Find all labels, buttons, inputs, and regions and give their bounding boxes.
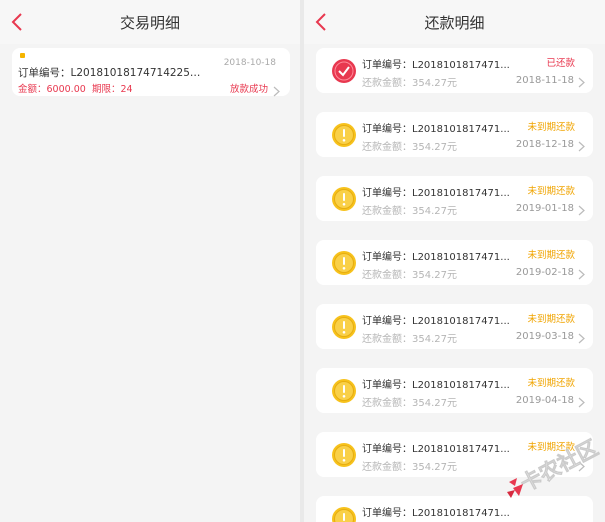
order-number: 订单编号：L2018101817471... [362,508,510,519]
exclamation-coin-icon [331,378,357,404]
exclamation-coin-icon [331,250,357,276]
page-title: 交易明细 [119,14,180,32]
repayment-amount: 还款金额：354.27元 [362,206,457,217]
repayment-status: 未到期还款 [527,186,575,197]
due-date: 2019-02-18 [515,267,574,278]
chevron-right-icon [578,201,585,216]
exclamation-coin-icon [331,506,357,522]
repayment-status: 未到期还款 [527,378,575,389]
repayment-item[interactable]: 订单编号：L2018101817471... 还款金额：354.27元 已还款 201… [316,48,593,93]
repayment-amount: 还款金额：354.27元 [362,270,457,281]
status-dot-icon [20,53,25,58]
exclamation-coin-icon [331,122,357,148]
check-circle-icon [331,58,357,84]
order-number: 订单编号：L2018101817471... [362,124,510,135]
order-number: 订单编号：L2018101817471... [362,380,510,391]
chevron-right-icon [273,82,280,97]
transaction-amount: 金额：6000.00 [18,84,86,95]
due-date: 2018-11-18 [515,75,574,86]
order-number: 订单编号：L2018101817471... [362,316,510,327]
order-number: 订单编号：L201810181747142256130832 [18,67,206,79]
svg-text:卡农社区: 卡农社区 [517,436,602,497]
chevron-right-icon [578,73,585,88]
navbar: 还款明细 [304,0,605,44]
chevron-right-icon [578,393,585,408]
chevron-right-icon [578,265,585,280]
chevron-right-icon [578,137,585,152]
repayment-item[interactable]: 订单编号：L2018101817471... 还款金额：354.27元 未到期还款 2… [316,176,593,221]
repayment-item[interactable]: 订单编号：L2018101817471... 还款金额：354.27元 未到期还款 2… [316,304,593,349]
repayment-item[interactable]: 订单编号：L2018101817471... 还款金额：354.27元 未到期还款 2… [316,112,593,157]
order-number: 订单编号：L2018101817471... [362,444,510,455]
repayment-status: 已还款 [546,58,575,69]
due-date: 2019-03-18 [515,331,574,342]
navbar: 交易明细 [0,0,300,44]
order-number: 订单编号：L2018101817471... [362,60,510,71]
chevron-right-icon [578,329,585,344]
transaction-card[interactable]: 订单编号：L201810181747142256130832 2018-10-1… [12,48,290,97]
repayment-amount: 还款金额：354.27元 [362,334,457,345]
page-title: 还款明细 [424,14,485,32]
repayment-amount: 还款金额：354.27元 [362,142,457,153]
due-date: 2019-01-18 [515,203,574,214]
repayment-amount: 还款金额：354.27元 [362,462,457,473]
repayment-status: 未到期还款 [527,314,575,325]
transaction-date: 2018-10-18 [223,58,276,68]
watermark-logo: 卡农社区 [503,432,603,502]
exclamation-coin-icon [331,314,357,340]
repayment-item[interactable]: 订单编号：L2018101817471... 还款金额：354.27元 未到期还款 2… [316,240,593,285]
order-number: 订单编号：L2018101817471... [362,252,510,263]
loan-status: 放款成功 [229,84,268,95]
loan-term: 期限：24 [92,84,133,95]
transaction-detail-screen: 交易明细 订单编号：L201810181747142256130832 2018… [0,0,300,522]
repayment-amount: 还款金额：354.27元 [362,78,457,89]
repayment-amount: 还款金额：354.27元 [362,398,457,409]
due-date: 2018-12-18 [515,139,574,150]
due-date: 2019-04-18 [515,395,574,406]
repayment-status: 未到期还款 [527,122,575,133]
order-number: 订单编号：L2018101817471... [362,188,510,199]
exclamation-coin-icon [331,186,357,212]
repayment-item[interactable]: 订单编号：L2018101817471... 还款金额：354.27元 未到期还款 2… [316,368,593,413]
repayment-status: 未到期还款 [527,250,575,261]
exclamation-coin-icon [331,442,357,468]
